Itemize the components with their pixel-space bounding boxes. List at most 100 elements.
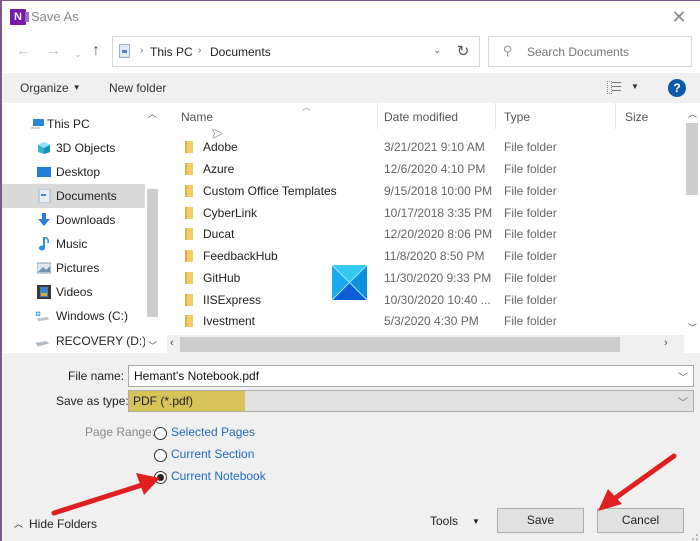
file-name: Ducat xyxy=(203,227,235,241)
save-as-type-dropdown[interactable]: PDF (*.pdf) ﹀ xyxy=(128,390,694,412)
sidebar-item-downloads[interactable]: Downloads xyxy=(2,208,145,232)
resize-grip[interactable] xyxy=(692,534,698,540)
organize-button[interactable]: Organize ▼ xyxy=(20,81,81,95)
forward-button[interactable]: → xyxy=(46,43,61,59)
tools-label: Tools xyxy=(430,514,459,528)
column-divider[interactable] xyxy=(495,103,496,129)
sidebar-scrollbar[interactable]: ︿ ﹀ xyxy=(145,103,160,353)
file-type: File folder xyxy=(504,271,557,285)
file-date: 10/30/2020 10:40 ... xyxy=(384,293,491,307)
file-row[interactable]: IISExpress 10/30/2020 10:40 ... File folde… xyxy=(167,289,677,311)
file-row[interactable]: GitHub 11/30/2020 9:33 PM File folder xyxy=(167,267,677,289)
column-header-name[interactable]: Name xyxy=(181,110,213,124)
chevron-down-icon[interactable]: ﹀ xyxy=(678,369,688,384)
sidebar-item-documents[interactable]: Documents xyxy=(2,184,145,208)
folder-icon xyxy=(185,141,193,153)
scroll-down-chevron-icon[interactable]: ﹀ xyxy=(148,339,157,352)
sidebar-item-desktop[interactable]: Desktop xyxy=(2,160,145,184)
scrollbar-thumb[interactable] xyxy=(686,123,698,195)
sidebar-item-this-pc[interactable]: This PC xyxy=(2,112,145,136)
file-list-horizontal-scrollbar[interactable]: ‹ › xyxy=(167,335,684,353)
sidebar-item-label: 3D Objects xyxy=(56,141,116,155)
file-list-vertical-scrollbar[interactable]: ︿ ﹀ xyxy=(684,103,700,335)
refresh-button[interactable]: ↻ xyxy=(447,36,480,67)
up-button[interactable]: ↑ xyxy=(92,43,100,59)
scrollbar-thumb[interactable] xyxy=(180,337,620,352)
folder-icon xyxy=(185,163,193,175)
file-row[interactable]: FeedbackHub 11/8/2020 8:50 PM File folder xyxy=(167,245,677,267)
column-divider[interactable] xyxy=(377,103,378,129)
scrollbar-thumb[interactable] xyxy=(147,189,158,317)
file-name: FeedbackHub xyxy=(203,249,278,263)
scroll-up-chevron-icon[interactable]: ︿ xyxy=(148,107,157,120)
radio-label-current-section[interactable]: Current Section xyxy=(171,447,254,461)
scroll-right-chevron-icon[interactable]: › xyxy=(664,337,668,349)
file-type: File folder xyxy=(504,206,557,220)
sidebar-item-windows-c[interactable]: Windows (C:) xyxy=(2,304,145,328)
file-type: File folder xyxy=(504,314,557,328)
back-arrow-icon: ← xyxy=(16,42,31,59)
help-icon[interactable]: ? xyxy=(668,79,686,97)
sidebar-item-music[interactable]: Music xyxy=(2,232,145,256)
chevron-up-icon: ︿ xyxy=(14,519,24,529)
file-row[interactable]: CyberLink 10/17/2018 3:35 PM File folder xyxy=(167,202,677,224)
recent-locations-button[interactable]: ⌄ xyxy=(74,46,82,62)
folder-icon xyxy=(185,228,193,240)
column-header-size[interactable]: Size xyxy=(625,110,648,124)
save-button[interactable]: Save xyxy=(497,508,584,533)
column-header-date-modified[interactable]: Date modified xyxy=(384,110,458,124)
view-options-caret-icon[interactable]: ▼ xyxy=(631,82,639,91)
sidebar-item-videos[interactable]: Videos xyxy=(2,280,145,304)
breadcrumb-this-pc[interactable]: This PC xyxy=(150,45,193,59)
save-as-dialog: N Save As ✕ ← → ⌄ ↑ › This PC › Document… xyxy=(0,0,700,541)
chevron-down-icon[interactable]: ﹀ xyxy=(678,394,688,409)
sidebar-item-pictures[interactable]: Pictures xyxy=(2,256,145,280)
window-title: Save As xyxy=(31,9,79,24)
file-row[interactable]: Adobe 3/21/2021 9:10 AM File folder xyxy=(167,136,677,158)
cancel-button[interactable]: Cancel xyxy=(597,508,684,533)
file-date: 12/20/2020 8:06 PM xyxy=(384,227,493,241)
documents-location-icon xyxy=(119,44,130,58)
tools-menu-button[interactable]: Tools ▼ xyxy=(430,514,480,528)
file-date: 10/17/2018 3:35 PM xyxy=(384,206,493,220)
caret-down-icon: ▼ xyxy=(72,83,81,92)
radio-current-notebook[interactable] xyxy=(154,471,167,484)
toolbar: Organize ▼ New folder ▼ ? xyxy=(2,73,700,103)
breadcrumb-documents[interactable]: Documents xyxy=(210,45,271,59)
scroll-down-chevron-icon[interactable]: ﹀ xyxy=(688,321,697,334)
search-icon: ⚲ xyxy=(503,43,513,58)
view-details-icon[interactable] xyxy=(607,81,621,94)
file-name: GitHub xyxy=(203,271,241,285)
radio-label-current-notebook[interactable]: Current Notebook xyxy=(171,469,266,483)
file-name-input[interactable] xyxy=(134,368,664,384)
file-name-combobox[interactable]: ﹀ xyxy=(128,365,694,387)
sidebar-item-label: Pictures xyxy=(56,261,100,275)
sidebar-item-recovery-d[interactable]: RECOVERY (D:) xyxy=(2,329,146,353)
address-bar[interactable]: › This PC › Documents ⌄ xyxy=(112,36,479,67)
radio-label-selected-pages[interactable]: Selected Pages xyxy=(171,425,255,439)
caret-down-icon: ▼ xyxy=(472,517,480,526)
column-header-type[interactable]: Type xyxy=(504,110,530,124)
hide-folders-button[interactable]: ︿ Hide Folders xyxy=(14,517,97,531)
radio-selected-pages[interactable] xyxy=(154,427,167,440)
close-button[interactable]: ✕ xyxy=(666,5,692,29)
folder-icon xyxy=(185,272,193,284)
scroll-up-chevron-icon[interactable]: ︿ xyxy=(688,107,697,120)
radio-current-section[interactable] xyxy=(154,449,167,462)
column-divider[interactable] xyxy=(615,103,616,129)
sidebar-item-3d-objects[interactable]: 3D Objects xyxy=(2,136,145,160)
address-dropdown-chevron-icon[interactable]: ⌄ xyxy=(433,45,441,56)
search-box[interactable]: ⚲ xyxy=(488,36,692,67)
scroll-left-chevron-icon[interactable]: ‹ xyxy=(170,337,174,349)
title-bar: N Save As ✕ xyxy=(2,1,700,33)
file-row[interactable]: Custom Office Templates 9/15/2018 10:00 P… xyxy=(167,180,677,202)
search-input[interactable] xyxy=(527,37,687,66)
file-row[interactable]: Ducat 12/20/2020 8:06 PM File folder xyxy=(167,223,677,245)
music-note-icon xyxy=(39,237,49,251)
windows-drive-icon xyxy=(35,311,49,322)
back-button[interactable]: ← xyxy=(16,43,31,59)
file-date: 3/21/2021 9:10 AM xyxy=(384,140,485,154)
new-folder-button[interactable]: New folder xyxy=(109,81,166,95)
file-row[interactable]: Azure 12/6/2020 4:10 PM File folder xyxy=(167,158,677,180)
file-row[interactable]: Ivestment 5/3/2020 4:30 PM File folder xyxy=(167,310,677,332)
